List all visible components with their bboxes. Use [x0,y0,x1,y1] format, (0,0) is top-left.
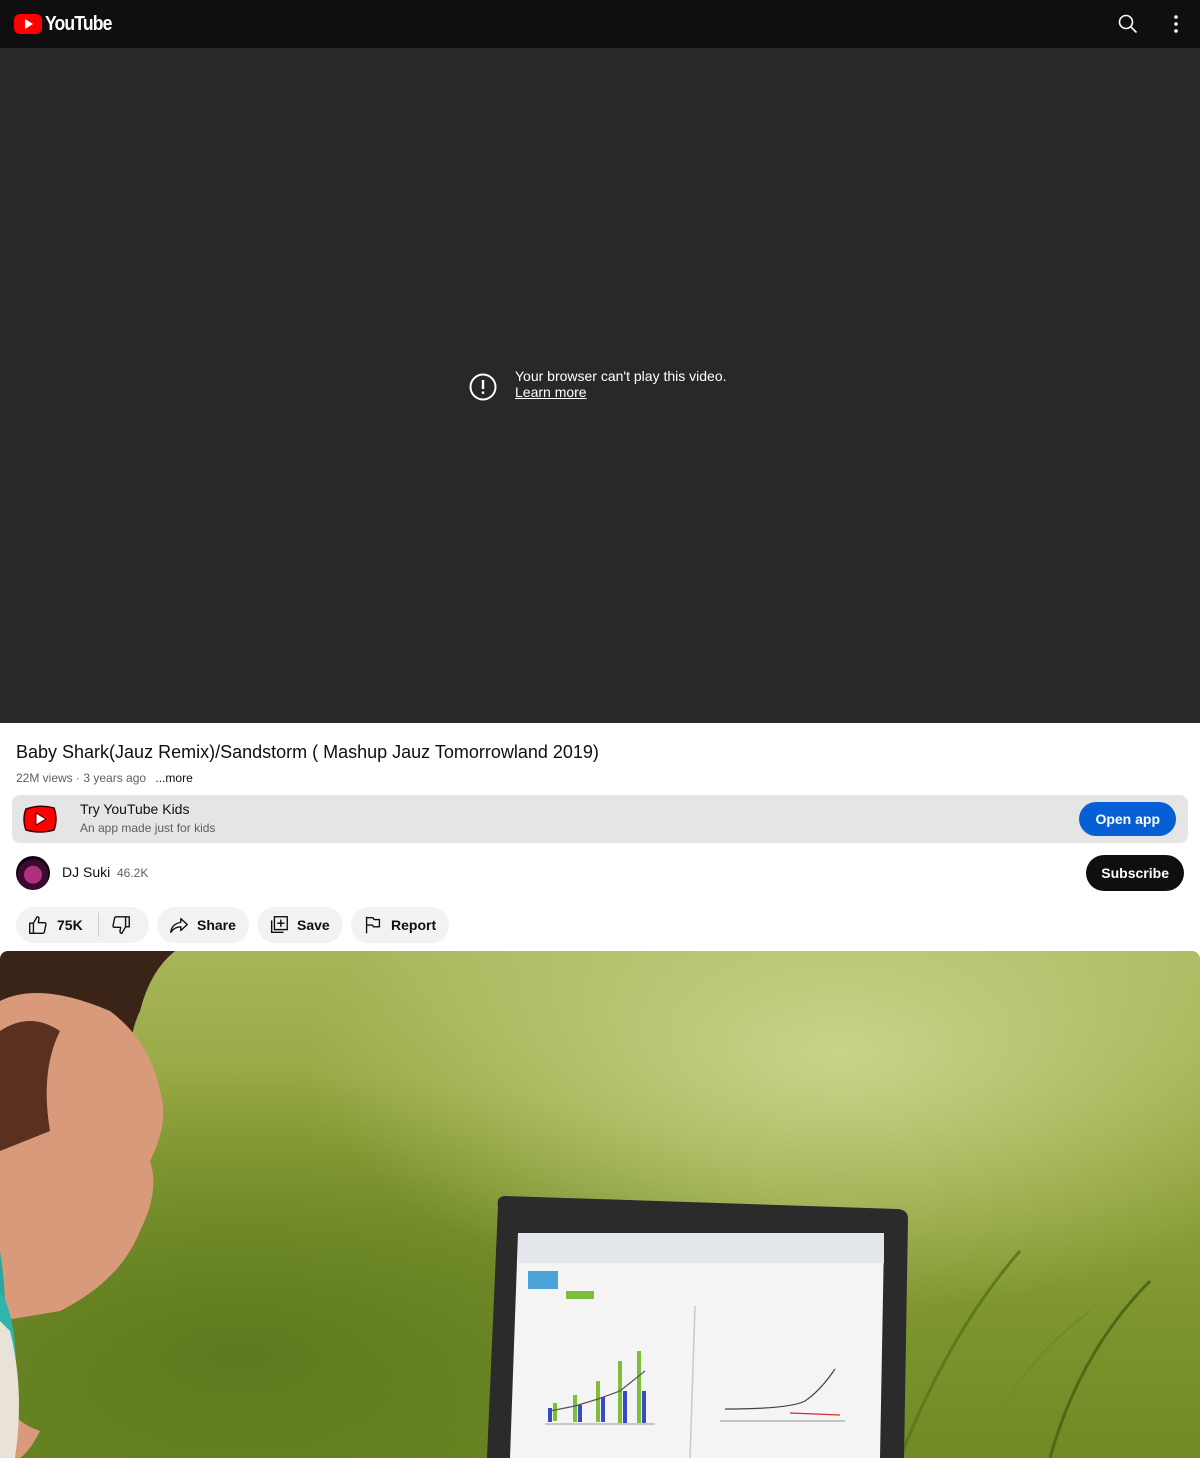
thumb-down-icon [112,916,130,934]
video-player[interactable]: Your browser can't play this video. Lear… [0,48,1200,723]
channel-row: DJ Suki 46.2K Subscribe [16,855,1184,891]
save-button[interactable]: Save [257,907,343,943]
views-and-age: 22M views · 3 years ago [16,771,147,785]
save-label: Save [297,917,330,933]
promo-ad-image[interactable] [0,951,1200,1458]
error-text: Your browser can't play this video. [515,368,727,384]
like-button[interactable]: 75K [16,907,83,943]
top-app-bar: YouTube [0,0,1200,48]
logo-text: YouTube [45,12,112,35]
youtube-play-logo-icon [14,14,42,34]
thumb-up-icon [29,916,47,934]
share-button[interactable]: Share [157,907,249,943]
video-meta[interactable]: 22M views · 3 years ago ...more [16,770,193,786]
report-button[interactable]: Report [351,907,449,943]
kids-banner-title: Try YouTube Kids [80,801,190,817]
learn-more-link[interactable]: Learn more [515,384,727,400]
alert-circle-icon [469,373,497,401]
share-icon [170,917,188,934]
youtube-kids-logo-icon [23,805,57,833]
like-count: 75K [57,917,83,933]
description-more-link[interactable]: ...more [155,771,192,785]
youtube-logo[interactable]: YouTube [14,13,121,35]
share-label: Share [197,917,236,933]
subscribe-button[interactable]: Subscribe [1086,855,1184,891]
open-app-button[interactable]: Open app [1079,802,1176,836]
more-vert-icon[interactable] [1164,12,1188,36]
playlist-add-icon [270,916,288,934]
player-error-message: Your browser can't play this video. Lear… [468,368,727,402]
channel-name[interactable]: DJ Suki [62,864,110,880]
youtube-kids-banner[interactable]: Try YouTube Kids An app made just for ki… [12,795,1188,843]
kids-banner-subtitle: An app made just for kids [80,821,216,835]
report-label: Report [391,917,437,933]
flag-icon [365,916,381,934]
channel-avatar[interactable] [16,856,50,890]
video-title[interactable]: Baby Shark(Jauz Remix)/Sandstorm ( Mashu… [16,740,599,764]
subscriber-count: 46.2K [117,866,149,880]
search-icon[interactable] [1116,12,1140,36]
laptop-in-grass-photo [0,951,1152,1458]
like-dislike-group: 75K [16,907,149,943]
dislike-button[interactable] [99,907,132,943]
